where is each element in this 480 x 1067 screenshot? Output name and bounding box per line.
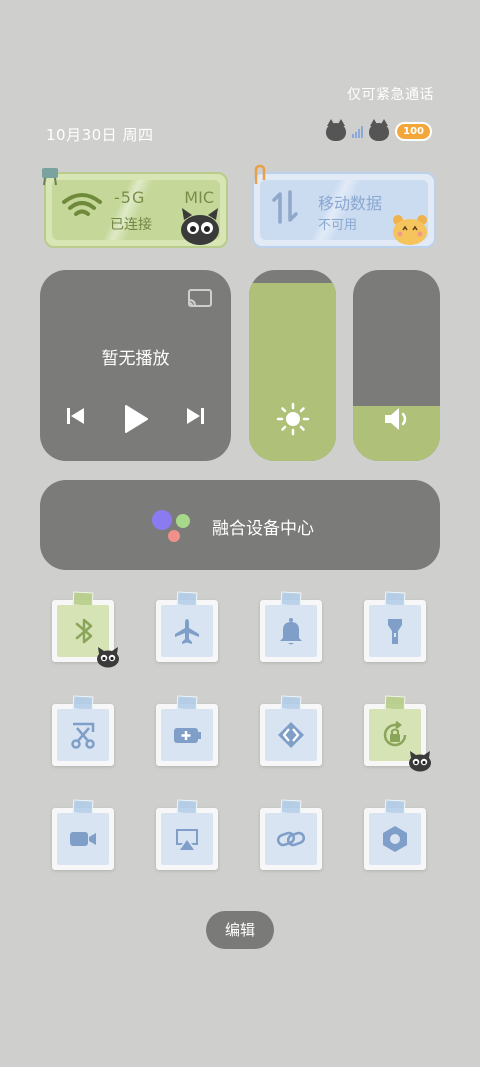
media-title: 暂无播放 <box>101 349 170 369</box>
emergency-calls-only-text: 仅可紧急通话 <box>347 87 434 103</box>
link-icon <box>276 831 306 847</box>
flashlight-icon <box>388 619 402 644</box>
device-hub-button[interactable]: 融合设备中心 <box>40 480 440 570</box>
scissors-icon <box>71 722 95 749</box>
cat-sticker-icon <box>97 647 119 668</box>
wifi-icon <box>62 193 102 216</box>
tile-vpn[interactable] <box>260 695 322 766</box>
edit-button[interactable]: 编辑 <box>206 911 274 949</box>
tile-battery-saver[interactable] <box>156 695 218 766</box>
cat-sticker-icon <box>181 208 219 245</box>
status-icons: 100 <box>326 118 432 141</box>
speaker-icon <box>384 408 406 430</box>
tile-rotation-lock[interactable] <box>364 695 431 772</box>
binder-clip-icon <box>42 168 58 186</box>
volume-slider[interactable] <box>353 270 440 461</box>
date-text: 10月30日 周四 <box>46 126 154 144</box>
wifi-ssid: -5G <box>114 188 146 207</box>
play-icon[interactable] <box>123 404 149 434</box>
battery-plus-icon <box>174 728 201 743</box>
tile-ring-mode[interactable] <box>260 591 322 662</box>
skip-next-icon[interactable] <box>184 406 206 426</box>
wifi-status: 已连接 <box>110 217 152 233</box>
tile-link[interactable] <box>260 799 322 870</box>
airplay-icon <box>176 829 198 850</box>
cat-decoration-icon <box>369 118 390 141</box>
sun-icon <box>276 402 309 436</box>
hexagon-gear-icon <box>383 826 407 852</box>
cast-icon[interactable] <box>187 288 213 308</box>
wifi-ssid-suffix: MIC <box>184 188 214 207</box>
device-hub-label: 融合设备中心 <box>212 519 314 539</box>
tile-airplane-mode[interactable] <box>156 591 218 662</box>
tile-screen-record[interactable] <box>52 799 114 870</box>
bear-sticker-icon <box>393 215 427 245</box>
chevron-code-icon <box>278 722 304 748</box>
paper-clip-icon <box>254 164 266 184</box>
battery-level-badge: 100 <box>395 122 432 141</box>
skip-previous-icon[interactable] <box>65 406 87 426</box>
cat-sticker-icon <box>409 751 431 772</box>
tile-settings[interactable] <box>364 799 426 870</box>
signal-strength-icon <box>352 125 364 138</box>
data-arrows-icon <box>272 190 298 224</box>
brightness-slider[interactable] <box>249 270 336 461</box>
mobile-data-title: 移动数据 <box>318 194 383 213</box>
tile-screenshot[interactable] <box>52 695 114 766</box>
video-camera-icon <box>70 832 96 846</box>
tile-screen-cast[interactable] <box>156 799 218 870</box>
media-player-card[interactable]: 暂无播放 <box>40 270 231 461</box>
bell-icon <box>280 618 302 645</box>
bluetooth-icon <box>75 618 93 644</box>
rotation-lock-icon <box>383 721 407 747</box>
device-hub-dots-icon <box>150 508 194 544</box>
airplane-icon <box>175 619 199 644</box>
tile-flashlight[interactable] <box>364 591 426 662</box>
tile-bluetooth[interactable] <box>52 591 119 668</box>
cat-decoration-icon <box>326 118 347 141</box>
mobile-data-status: 不可用 <box>318 218 358 233</box>
